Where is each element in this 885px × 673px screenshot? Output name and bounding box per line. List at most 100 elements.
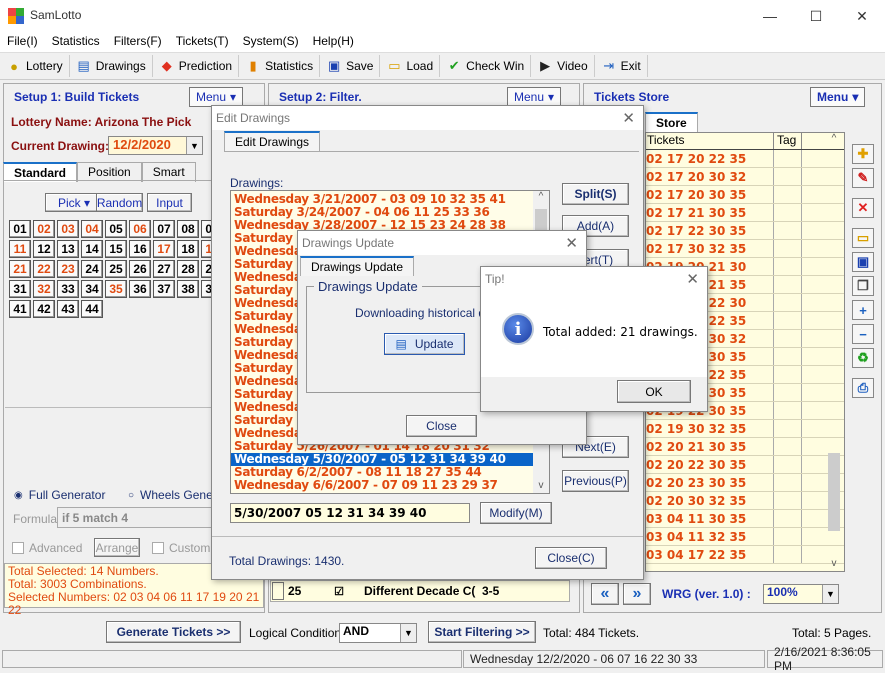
chevron-down-icon[interactable]: ▼ — [822, 585, 838, 603]
number-button[interactable]: 43 — [57, 300, 79, 318]
next-page-button[interactable]: » — [623, 583, 651, 605]
maximize-button[interactable]: ☐ — [793, 0, 839, 32]
random-button[interactable]: Random — [96, 193, 143, 212]
modify-button[interactable]: Modify(M) — [480, 502, 552, 524]
menu-tickets[interactable]: Tickets(T) — [169, 32, 236, 52]
start-filtering-button[interactable]: Start Filtering >> — [428, 621, 536, 643]
number-button[interactable]: 17 — [153, 240, 175, 258]
open-folder-icon[interactable]: ▭ — [852, 228, 874, 248]
menu-statistics[interactable]: Statistics — [45, 32, 107, 52]
update-button[interactable]: ▤ Update — [384, 333, 465, 355]
store-menu-button[interactable]: Menu ▾ — [810, 87, 866, 107]
pick-button[interactable]: Pick ▾ — [45, 193, 103, 212]
number-button[interactable]: 24 — [81, 260, 103, 278]
toolbar-statistics-button[interactable]: ▮ Statistics — [239, 55, 321, 77]
input-button[interactable]: Input — [147, 193, 192, 212]
close-button[interactable]: Close — [406, 415, 477, 437]
toolbar-lottery-button[interactable]: ● Lottery — [0, 55, 70, 77]
close-button[interactable]: Close(C) — [535, 547, 607, 569]
number-button[interactable]: 26 — [129, 260, 151, 278]
ticket-row[interactable]: 02 17 20 30 32 — [646, 168, 844, 186]
number-button[interactable]: 22 — [33, 260, 55, 278]
drawing-row[interactable]: Wednesday 6/6/2007 - 07 09 11 23 29 37 — [231, 479, 549, 492]
plus-icon[interactable]: + — [852, 300, 874, 320]
number-button[interactable]: 34 — [81, 280, 103, 298]
ticket-row[interactable]: 02 17 21 30 35 — [646, 204, 844, 222]
generate-tickets-button[interactable]: Generate Tickets >> — [106, 621, 241, 643]
number-button[interactable]: 37 — [153, 280, 175, 298]
ticket-row[interactable]: 03 04 11 30 35 — [646, 510, 844, 528]
advanced-checkbox[interactable]: Advanced — [12, 541, 82, 555]
menu-file[interactable]: File(I) — [0, 32, 45, 52]
delete-icon[interactable]: ✕ — [852, 198, 874, 218]
number-button[interactable]: 28 — [177, 260, 199, 278]
ticket-row[interactable]: 02 17 22 30 35 — [646, 222, 844, 240]
number-button[interactable]: 11 — [9, 240, 31, 258]
close-icon[interactable]: ✕ — [622, 109, 635, 127]
print-icon[interactable]: ⎙ — [852, 378, 874, 398]
number-button[interactable]: 05 — [105, 220, 127, 238]
number-button[interactable]: 36 — [129, 280, 151, 298]
zoom-select[interactable]: 100% ▼ — [763, 584, 839, 604]
ticket-row[interactable]: 02 17 20 30 35 — [646, 186, 844, 204]
row-selector[interactable] — [272, 582, 284, 600]
setup1-menu-button[interactable]: Menu ▾ — [189, 87, 244, 107]
menu-help[interactable]: Help(H) — [306, 32, 361, 52]
number-button[interactable]: 32 — [33, 280, 55, 298]
ticket-row[interactable]: 02 17 30 32 35 — [646, 240, 844, 258]
drawing-edit-field[interactable]: 5/30/2007 05 12 31 34 39 40 — [230, 503, 470, 523]
recycle-icon[interactable]: ♻ — [852, 348, 874, 368]
scroll-up-icon[interactable]: ^ — [533, 191, 549, 202]
ticket-row[interactable]: 03 04 17 22 35 — [646, 546, 844, 564]
toolbar-drawings-button[interactable]: ▤ Drawings — [70, 55, 153, 77]
ticket-row[interactable]: 02 20 21 30 35 — [646, 438, 844, 456]
number-button[interactable]: 25 — [105, 260, 127, 278]
number-button[interactable]: 03 — [57, 220, 79, 238]
toolbar-save-button[interactable]: ▣ Save — [320, 55, 381, 77]
chevron-down-icon[interactable]: ▼ — [186, 137, 202, 154]
tab-drawings-update[interactable]: Drawings Update — [300, 256, 415, 276]
menu-filters[interactable]: Filters(F) — [107, 32, 169, 52]
toolbar-video-button[interactable]: ▶ Video — [531, 55, 595, 77]
number-button[interactable]: 23 — [57, 260, 79, 278]
toolbar-load-button[interactable]: ▭ Load — [380, 55, 441, 77]
close-icon[interactable]: ✕ — [565, 234, 578, 252]
tab-store[interactable]: Store — [645, 112, 698, 132]
scroll-thumb[interactable] — [828, 453, 840, 531]
col-tickets[interactable]: Tickets — [646, 133, 774, 149]
formula-select[interactable]: if 5 match 4 — [57, 507, 217, 528]
tab-edit-drawings[interactable]: Edit Drawings — [224, 131, 321, 151]
tab-smart[interactable]: Smart — [141, 162, 196, 182]
filter-checkbox[interactable]: ☑ — [314, 585, 364, 598]
number-button[interactable]: 18 — [177, 240, 199, 258]
minus-icon[interactable]: − — [852, 324, 874, 344]
number-button[interactable]: 33 — [57, 280, 79, 298]
add-ticket-icon[interactable]: ✚ — [852, 144, 874, 164]
number-button[interactable]: 07 — [153, 220, 175, 238]
number-button[interactable]: 14 — [81, 240, 103, 258]
number-button[interactable]: 42 — [33, 300, 55, 318]
number-button[interactable]: 15 — [105, 240, 127, 258]
minimize-button[interactable]: — — [747, 0, 793, 32]
number-button[interactable]: 01 — [9, 220, 31, 238]
scroll-up-icon[interactable]: ^ — [826, 133, 842, 144]
save-icon[interactable]: ▣ — [852, 252, 874, 272]
filter-row[interactable]: 25 ☑ Different Decade C( 3-5 — [270, 580, 570, 602]
number-button[interactable]: 21 — [9, 260, 31, 278]
ok-button[interactable]: OK — [617, 380, 691, 403]
scrollbar[interactable]: ^ v — [826, 133, 842, 571]
toolbar-check-win-button[interactable]: ✔ Check Win — [440, 55, 532, 77]
menu-system[interactable]: System(S) — [236, 32, 306, 52]
toolbar-prediction-button[interactable]: ◆ Prediction — [153, 55, 240, 77]
number-button[interactable]: 06 — [129, 220, 151, 238]
number-button[interactable]: 16 — [129, 240, 151, 258]
ticket-row[interactable]: 02 20 22 30 35 — [646, 456, 844, 474]
number-button[interactable]: 38 — [177, 280, 199, 298]
copy-icon[interactable]: ❐ — [852, 276, 874, 296]
ticket-row[interactable]: 02 20 23 30 35 — [646, 474, 844, 492]
scroll-down-icon[interactable]: v — [533, 480, 549, 491]
number-button[interactable]: 41 — [9, 300, 31, 318]
ticket-row[interactable]: 02 20 30 32 35 — [646, 492, 844, 510]
arrange-button[interactable]: Arrange — [94, 538, 140, 557]
setup2-menu-button[interactable]: Menu ▾ — [507, 87, 562, 107]
